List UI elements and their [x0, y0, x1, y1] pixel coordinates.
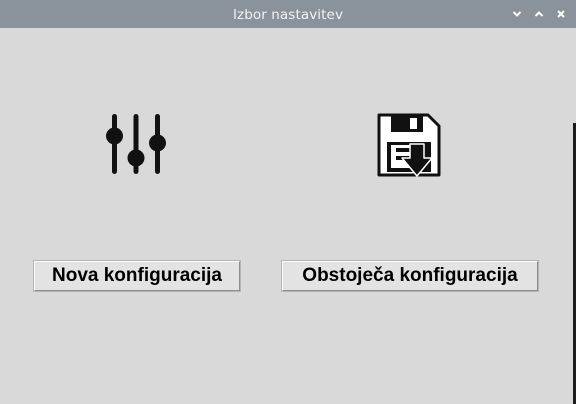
window-controls: [508, 0, 570, 28]
close-button[interactable]: [552, 5, 570, 23]
minimize-button[interactable]: [508, 5, 526, 23]
sliders-icon[interactable]: [103, 112, 169, 176]
title-bar[interactable]: Izbor nastavitev: [0, 0, 576, 28]
new-configuration-button[interactable]: Nova konfiguracija: [34, 261, 240, 291]
close-icon: [557, 10, 565, 18]
dialog-window: Izbor nastavitev Nova konfiguracija Obst…: [0, 0, 576, 404]
chevron-up-icon: [534, 11, 544, 17]
window-title: Izbor nastavitev: [232, 7, 344, 23]
chevron-down-icon: [512, 11, 522, 17]
floppy-save-icon[interactable]: [376, 112, 442, 178]
existing-configuration-button[interactable]: Obstoječa konfiguracija: [282, 261, 538, 291]
maximize-button[interactable]: [530, 5, 548, 23]
